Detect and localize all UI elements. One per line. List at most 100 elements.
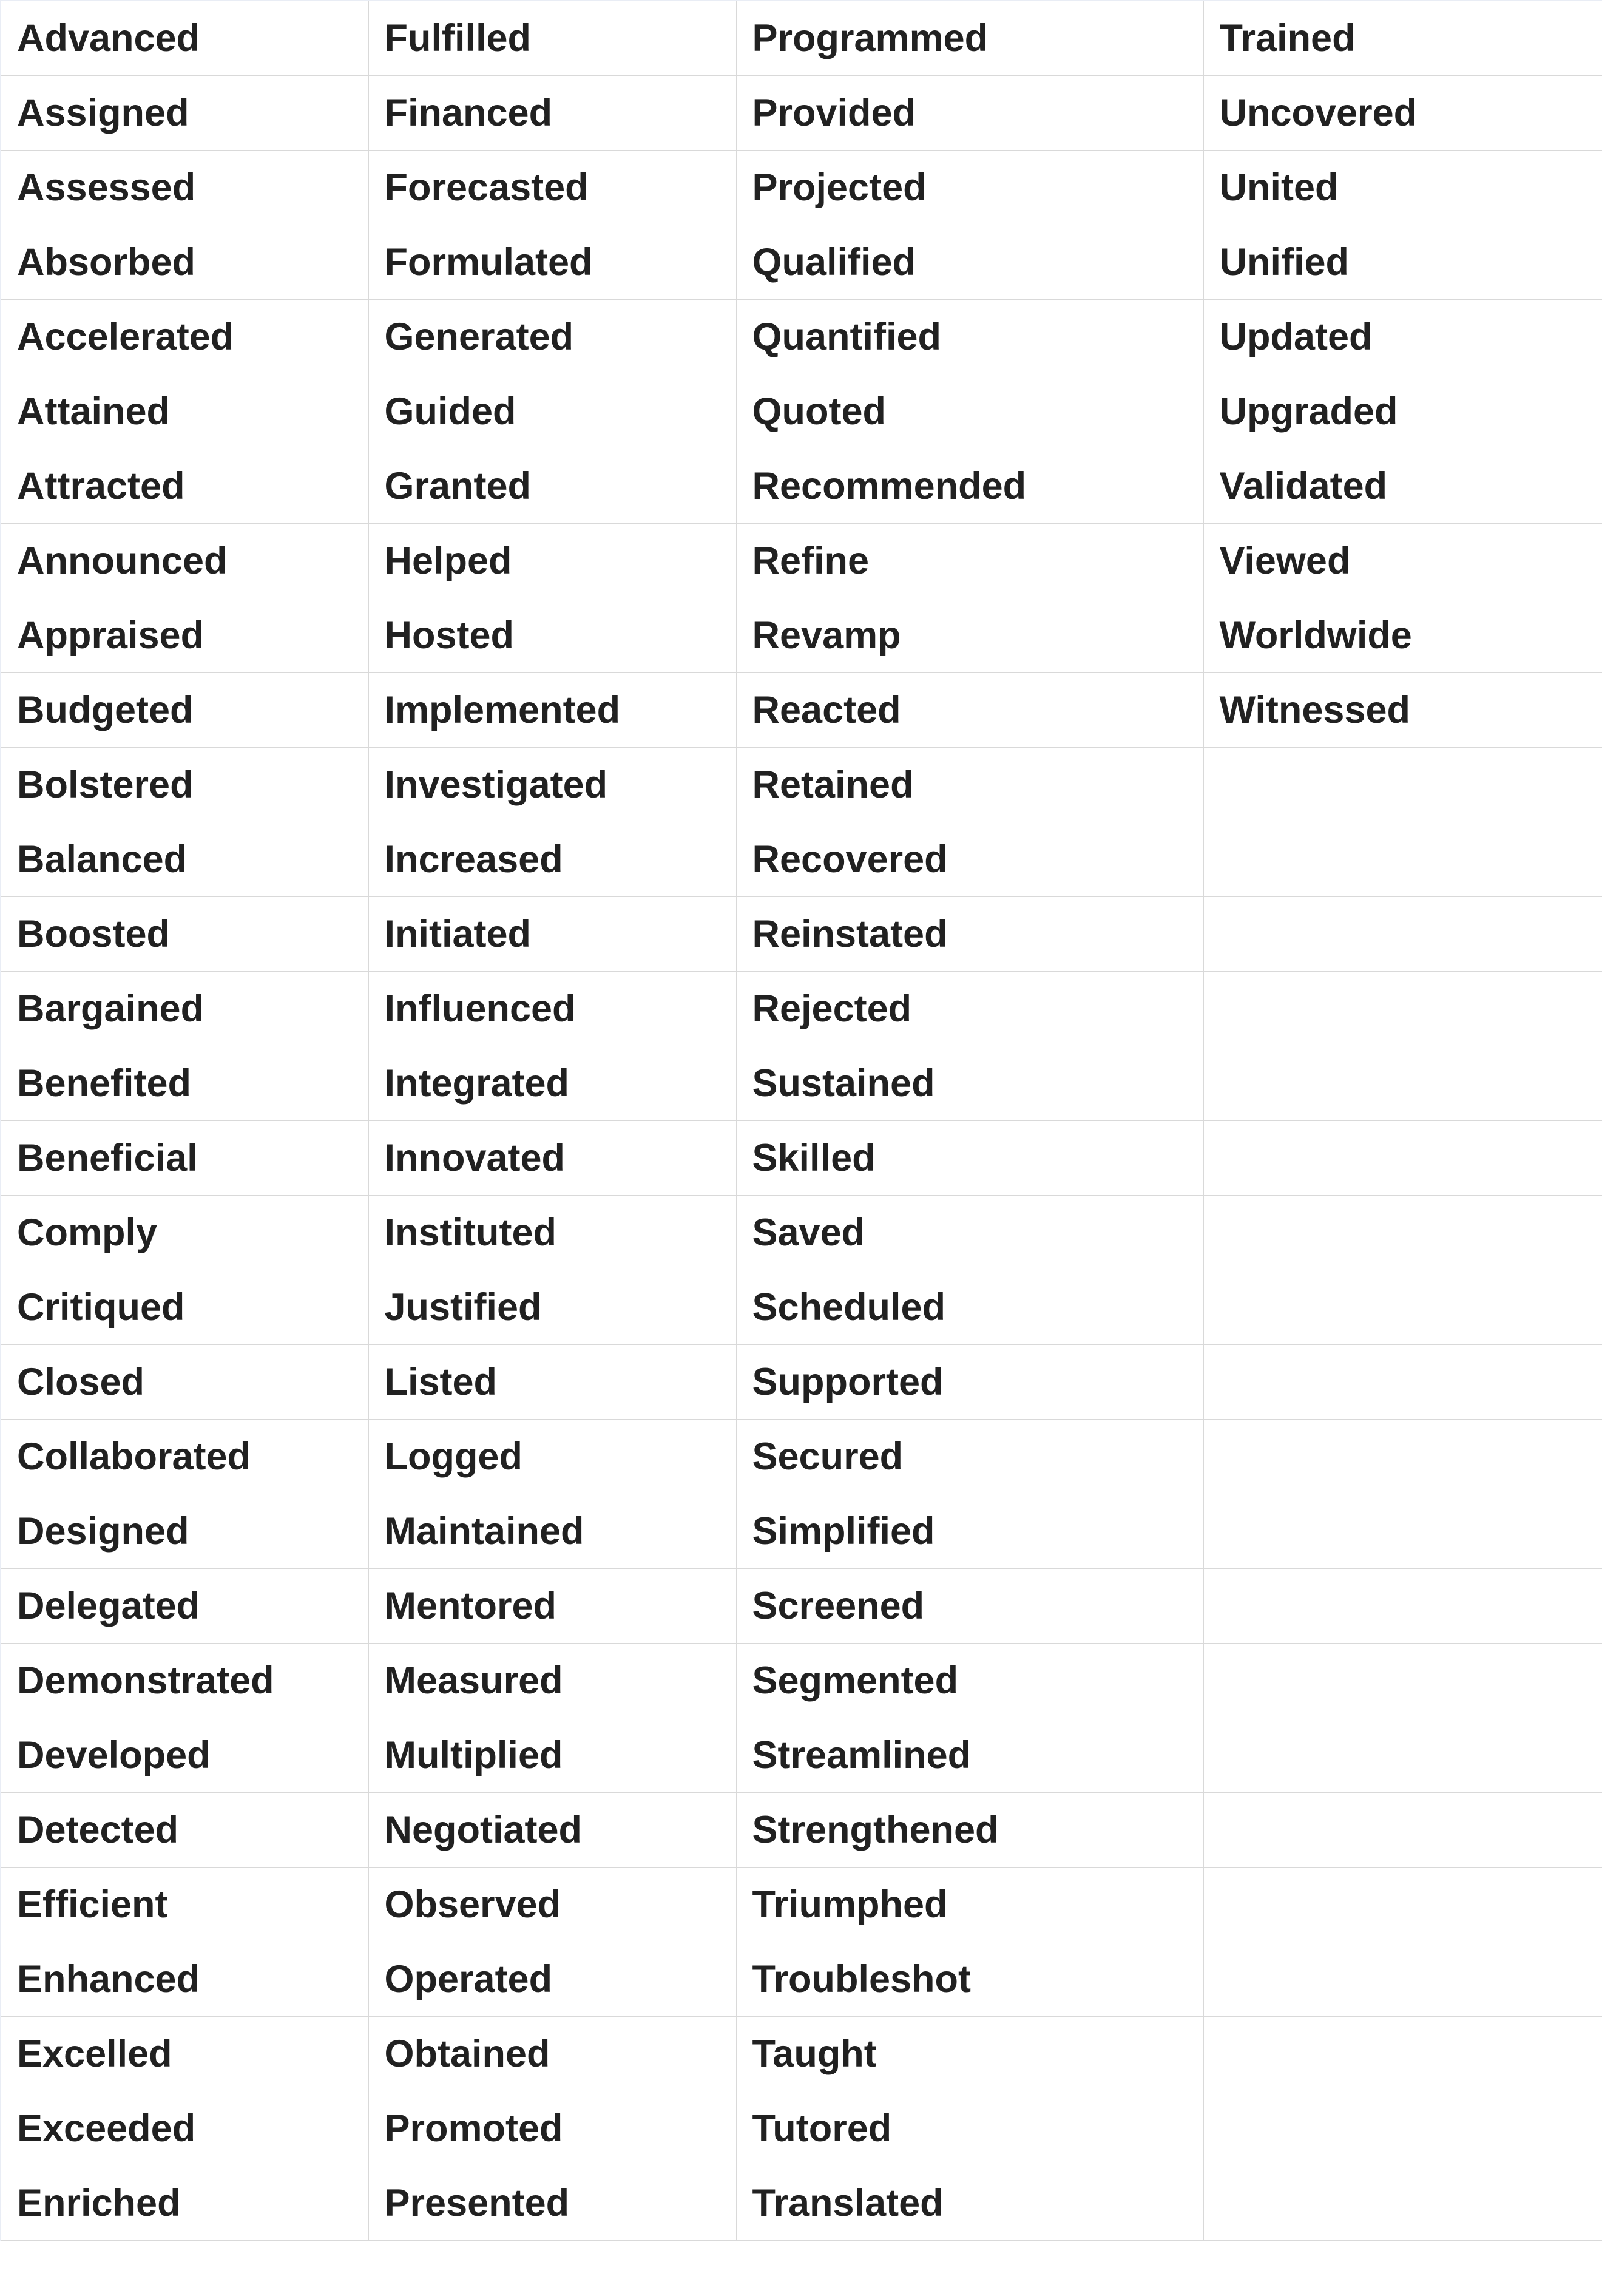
table-cell: Benefited <box>1 1046 368 1121</box>
table-cell: Advanced <box>1 1 368 76</box>
table-cell: Implemented <box>368 673 736 748</box>
table-cell: Investigated <box>368 748 736 822</box>
table-cell: Skilled <box>736 1121 1203 1196</box>
table-cell: Innovated <box>368 1121 736 1196</box>
table-cell: Assessed <box>1 151 368 225</box>
table-cell <box>1203 1942 1602 2017</box>
table-cell <box>1203 972 1602 1046</box>
table-cell: Uncovered <box>1203 76 1602 151</box>
table-cell: Streamlined <box>736 1718 1203 1793</box>
table-cell: Critiqued <box>1 1270 368 1345</box>
table-cell: Upgraded <box>1203 374 1602 449</box>
table-row: ClosedListedSupported <box>1 1345 1602 1420</box>
table-cell: Influenced <box>368 972 736 1046</box>
table-cell: Integrated <box>368 1046 736 1121</box>
table-cell: Designed <box>1 1494 368 1569</box>
table-row: DelegatedMentoredScreened <box>1 1569 1602 1644</box>
table-cell: Translated <box>736 2166 1203 2241</box>
table-row: CollaboratedLoggedSecured <box>1 1420 1602 1494</box>
table-cell: Balanced <box>1 822 368 897</box>
table-cell: Quoted <box>736 374 1203 449</box>
table-cell: United <box>1203 151 1602 225</box>
table-cell: Witnessed <box>1203 673 1602 748</box>
table-cell: Provided <box>736 76 1203 151</box>
table-cell: Revamp <box>736 598 1203 673</box>
table-row: DemonstratedMeasuredSegmented <box>1 1644 1602 1718</box>
table-cell: Formulated <box>368 225 736 300</box>
table-cell: Detected <box>1 1793 368 1868</box>
words-table: AdvancedFulfilledProgrammedTrainedAssign… <box>0 0 1602 2241</box>
table-row: AppraisedHostedRevampWorldwide <box>1 598 1602 673</box>
table-cell: Promoted <box>368 2091 736 2166</box>
table-cell <box>1203 1121 1602 1196</box>
table-cell: Obtained <box>368 2017 736 2091</box>
table-row: BenefitedIntegratedSustained <box>1 1046 1602 1121</box>
table-cell: Fulfilled <box>368 1 736 76</box>
table-row: AssessedForecastedProjectedUnited <box>1 151 1602 225</box>
table-cell <box>1203 1494 1602 1569</box>
table-cell: Reinstated <box>736 897 1203 972</box>
table-row: AssignedFinancedProvidedUncovered <box>1 76 1602 151</box>
table-cell: Justified <box>368 1270 736 1345</box>
table-row: DetectedNegotiatedStrengthened <box>1 1793 1602 1868</box>
table-cell: Attained <box>1 374 368 449</box>
table-cell: Quantified <box>736 300 1203 374</box>
table-cell: Enhanced <box>1 1942 368 2017</box>
table-row: EnhancedOperatedTroubleshot <box>1 1942 1602 2017</box>
table-cell <box>1203 1644 1602 1718</box>
table-row: BoostedInitiatedReinstated <box>1 897 1602 972</box>
table-cell: Appraised <box>1 598 368 673</box>
table-cell: Trained <box>1203 1 1602 76</box>
table-cell: Increased <box>368 822 736 897</box>
table-cell: Bargained <box>1 972 368 1046</box>
table-row: BalancedIncreasedRecovered <box>1 822 1602 897</box>
table-cell: Listed <box>368 1345 736 1420</box>
table-row: CritiquedJustifiedScheduled <box>1 1270 1602 1345</box>
table-row: AbsorbedFormulatedQualifiedUnified <box>1 225 1602 300</box>
table-row: EfficientObservedTriumphed <box>1 1868 1602 1942</box>
table-cell: Generated <box>368 300 736 374</box>
table-cell: Developed <box>1 1718 368 1793</box>
table-cell: Granted <box>368 449 736 524</box>
table-cell: Screened <box>736 1569 1203 1644</box>
table-cell: Demonstrated <box>1 1644 368 1718</box>
table-cell: Rejected <box>736 972 1203 1046</box>
table-cell <box>1203 1718 1602 1793</box>
table-cell <box>1203 897 1602 972</box>
table-cell: Troubleshot <box>736 1942 1203 2017</box>
table-cell: Boosted <box>1 897 368 972</box>
table-row: ComplyInstitutedSaved <box>1 1196 1602 1270</box>
table-cell: Recommended <box>736 449 1203 524</box>
table-cell: Guided <box>368 374 736 449</box>
table-cell: Multiplied <box>368 1718 736 1793</box>
table-row: DevelopedMultipliedStreamlined <box>1 1718 1602 1793</box>
table-cell: Segmented <box>736 1644 1203 1718</box>
table-cell: Validated <box>1203 449 1602 524</box>
table-cell: Instituted <box>368 1196 736 1270</box>
table-cell: Helped <box>368 524 736 598</box>
table-cell: Accelerated <box>1 300 368 374</box>
table-cell: Saved <box>736 1196 1203 1270</box>
table-cell: Assigned <box>1 76 368 151</box>
table-cell: Absorbed <box>1 225 368 300</box>
table-cell: Unified <box>1203 225 1602 300</box>
table-cell: Measured <box>368 1644 736 1718</box>
table-row: BudgetedImplementedReactedWitnessed <box>1 673 1602 748</box>
table-row: BargainedInfluencedRejected <box>1 972 1602 1046</box>
table-cell: Mentored <box>368 1569 736 1644</box>
table-cell: Exceeded <box>1 2091 368 2166</box>
table-cell: Maintained <box>368 1494 736 1569</box>
table-cell: Operated <box>368 1942 736 2017</box>
table-cell <box>1203 748 1602 822</box>
table-cell <box>1203 1345 1602 1420</box>
table-cell: Refine <box>736 524 1203 598</box>
table-cell: Budgeted <box>1 673 368 748</box>
table-row: EnrichedPresentedTranslated <box>1 2166 1602 2241</box>
table-cell <box>1203 1569 1602 1644</box>
table-cell <box>1203 2091 1602 2166</box>
table-cell: Efficient <box>1 1868 368 1942</box>
table-cell: Logged <box>368 1420 736 1494</box>
table-cell: Taught <box>736 2017 1203 2091</box>
table-row: AdvancedFulfilledProgrammedTrained <box>1 1 1602 76</box>
table-cell: Bolstered <box>1 748 368 822</box>
